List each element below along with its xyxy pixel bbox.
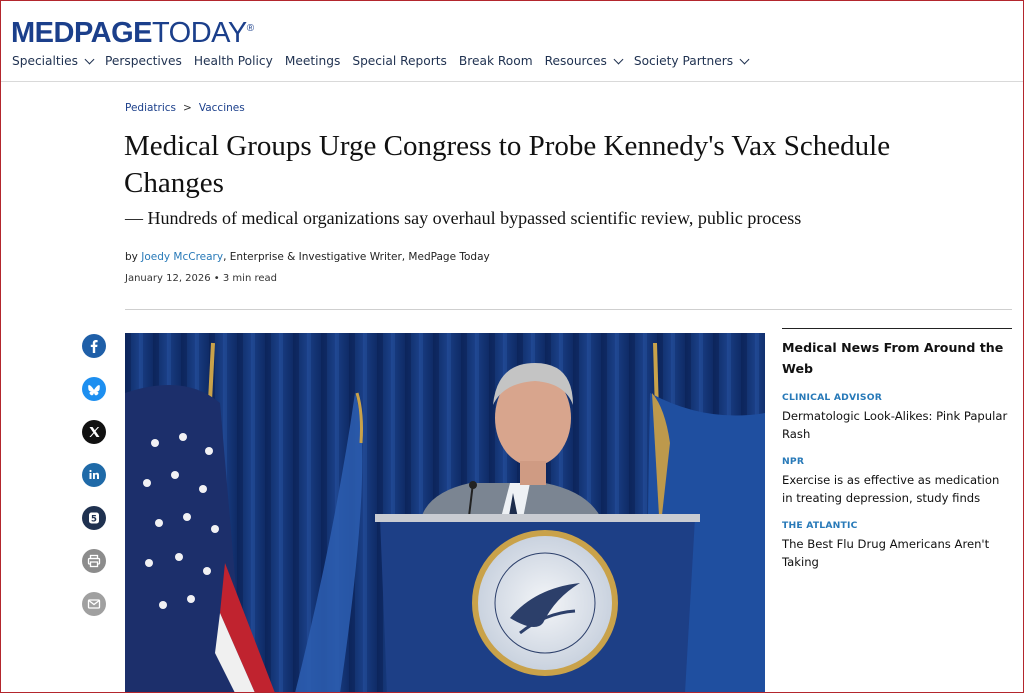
logo-part-2: TODAY bbox=[151, 17, 247, 49]
bluesky-icon bbox=[88, 385, 100, 396]
nav-label: Special Reports bbox=[352, 54, 447, 68]
site-header: MEDPAGETODAY® Specialties Perspectives H… bbox=[0, 0, 1024, 82]
share-bar: 5 bbox=[82, 334, 106, 635]
sidebar-headline[interactable]: The Best Flu Drug Americans Aren't Takin… bbox=[782, 535, 1012, 571]
email-icon bbox=[87, 599, 101, 609]
press-conference-photo bbox=[125, 333, 765, 693]
sidebar-title: Medical News From Around the Web bbox=[782, 340, 1004, 376]
email-share-button[interactable] bbox=[82, 592, 106, 616]
threads-share-button[interactable]: 5 bbox=[82, 506, 106, 530]
medpage-today-logo[interactable]: MEDPAGETODAY® bbox=[11, 17, 254, 49]
bluesky-share-button[interactable] bbox=[82, 377, 106, 401]
nav-label: Society Partners bbox=[633, 54, 734, 68]
nav-item-society-partners[interactable]: Society Partners bbox=[633, 54, 750, 68]
read-time: • 3 min read bbox=[210, 273, 277, 284]
nav-label: Health Policy bbox=[193, 54, 273, 68]
linkedin-icon bbox=[89, 469, 99, 479]
facebook-icon bbox=[90, 340, 98, 353]
sidebar-source[interactable]: NPR bbox=[782, 456, 1012, 467]
nav-item-health-policy[interactable]: Health Policy bbox=[194, 54, 273, 68]
chevron-down-icon bbox=[739, 54, 750, 64]
sidebar-source[interactable]: CLINICAL ADVISOR bbox=[782, 392, 1012, 403]
breadcrumb-pediatrics[interactable]: Pediatrics bbox=[125, 102, 176, 114]
sidebar-headline[interactable]: Exercise is as effective as medication i… bbox=[782, 471, 1012, 507]
author-link[interactable]: Joedy McCreary bbox=[141, 251, 223, 263]
chevron-down-icon bbox=[84, 54, 95, 64]
x-icon bbox=[89, 427, 100, 437]
header-divider bbox=[125, 309, 1012, 310]
nav-item-specialties[interactable]: Specialties bbox=[12, 54, 95, 68]
nav-label: Break Room bbox=[458, 54, 533, 68]
print-icon bbox=[87, 554, 101, 568]
nav-item-break-room[interactable]: Break Room bbox=[459, 54, 533, 68]
nav-label: Specialties bbox=[12, 54, 78, 68]
sidebar-headline[interactable]: Dermatologic Look-Alikes: Pink Papular R… bbox=[782, 407, 1012, 443]
logo-part-1: MEDPAGE bbox=[11, 17, 152, 49]
dateline: January 12, 2026 • 3 min read bbox=[125, 273, 277, 284]
nav-item-resources[interactable]: Resources bbox=[544, 54, 624, 68]
author-role: , Enterprise & Investigative Writer, Med… bbox=[223, 251, 490, 263]
print-button[interactable] bbox=[82, 549, 106, 573]
byline: by Joedy McCreary, Enterprise & Investig… bbox=[125, 251, 490, 263]
sidebar-item[interactable]: NPR Exercise is as effective as medicati… bbox=[782, 456, 1012, 507]
podium bbox=[375, 514, 700, 693]
threads-icon: 5 bbox=[89, 512, 99, 525]
sidebar-item[interactable]: THE ATLANTIC The Best Flu Drug Americans… bbox=[782, 520, 1012, 571]
nav-label: Resources bbox=[544, 54, 607, 68]
publish-date: January 12, 2026 bbox=[125, 273, 211, 284]
main-nav: Specialties Perspectives Health Policy M… bbox=[12, 54, 760, 68]
nav-item-meetings[interactable]: Meetings bbox=[285, 54, 341, 68]
article-title: Medical Groups Urge Congress to Probe Ke… bbox=[124, 130, 891, 199]
logo-registered-mark: ® bbox=[246, 23, 254, 34]
byline-prefix: by bbox=[125, 251, 142, 263]
threads-count: 5 bbox=[91, 515, 97, 525]
facebook-share-button[interactable] bbox=[82, 334, 106, 358]
breadcrumb: Pediatrics > Vaccines bbox=[125, 102, 245, 114]
x-share-button[interactable] bbox=[82, 420, 106, 444]
nav-label: Meetings bbox=[284, 54, 341, 68]
linkedin-share-button[interactable] bbox=[82, 463, 106, 487]
chevron-down-icon bbox=[613, 54, 624, 64]
nav-item-perspectives[interactable]: Perspectives bbox=[105, 54, 182, 68]
hero-photo bbox=[125, 333, 765, 693]
sidebar-item[interactable]: CLINICAL ADVISOR Dermatologic Look-Alike… bbox=[782, 392, 1012, 443]
nav-item-special-reports[interactable]: Special Reports bbox=[352, 54, 447, 68]
breadcrumb-vaccines[interactable]: Vaccines bbox=[199, 102, 245, 114]
sidebar-news: Medical News From Around the Web CLINICA… bbox=[782, 328, 1012, 571]
breadcrumb-separator: > bbox=[183, 102, 192, 114]
article-subtitle: — Hundreds of medical organizations say … bbox=[125, 208, 802, 228]
sidebar-source[interactable]: THE ATLANTIC bbox=[782, 520, 1012, 531]
nav-label: Perspectives bbox=[104, 54, 182, 68]
